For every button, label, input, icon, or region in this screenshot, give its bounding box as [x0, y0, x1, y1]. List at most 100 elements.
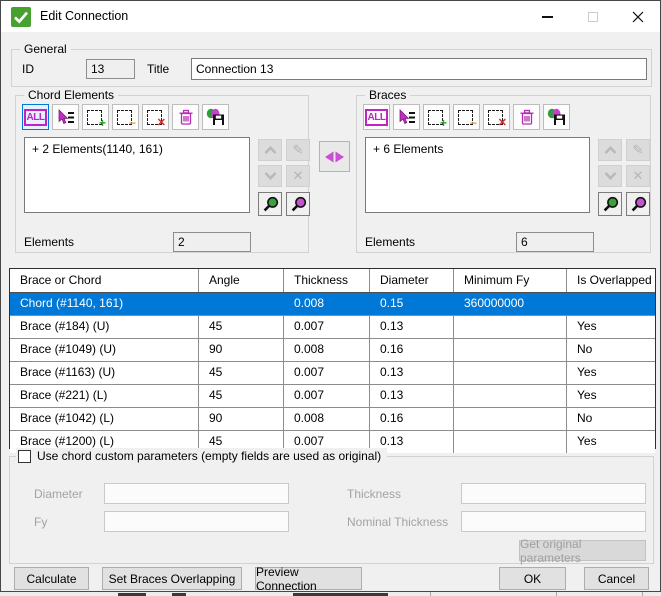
background-window-sliver: [0, 592, 661, 596]
cancel-button[interactable]: Cancel: [584, 567, 649, 590]
close-button[interactable]: [615, 1, 660, 32]
zoom-selected-button[interactable]: [258, 192, 282, 216]
table-row[interactable]: Chord (#1140, 161)0.0080.15360000000: [10, 293, 655, 316]
add-selection-button[interactable]: +: [423, 104, 450, 130]
table-cell: 0.15: [370, 293, 454, 315]
table-cell: [454, 362, 567, 384]
table-cell: 0.007: [284, 316, 370, 338]
use-custom-params-checkbox[interactable]: [18, 450, 31, 463]
table-cell: 360000000: [454, 293, 567, 315]
remove-selection-button[interactable]: ✕: [483, 104, 510, 130]
ok-button[interactable]: OK: [499, 567, 566, 590]
zoom-all-button[interactable]: [286, 192, 310, 216]
column-header[interactable]: Is Overlapped: [567, 269, 655, 292]
column-header[interactable]: Diameter: [370, 269, 454, 292]
pick-elements-button[interactable]: [52, 104, 79, 130]
column-header[interactable]: Brace or Chord: [10, 269, 199, 292]
braces-group: Braces ALL +: [356, 95, 651, 253]
preview-connection-button[interactable]: Preview Connection: [255, 567, 362, 590]
calculate-button[interactable]: Calculate: [14, 567, 89, 590]
use-custom-params-label: Use chord custom parameters (empty field…: [37, 448, 381, 465]
nominal-thickness-input: [461, 511, 646, 532]
column-header[interactable]: Angle: [199, 269, 284, 292]
get-original-parameters-button: Get original parameters: [519, 540, 646, 561]
table-cell: [454, 385, 567, 407]
close-icon: [632, 11, 644, 23]
save-selection-button[interactable]: [543, 104, 570, 130]
braces-list[interactable]: + 6 Elements: [365, 137, 590, 213]
remove-item-button: ✕: [626, 165, 650, 187]
magnifier-magenta-icon: [630, 196, 647, 213]
title-input[interactable]: [191, 58, 647, 80]
id-field: 13: [86, 59, 135, 79]
delete-button[interactable]: [513, 104, 540, 130]
pencil-icon: ✎: [293, 142, 304, 158]
table-header: Brace or Chord Angle Thickness Diameter …: [10, 269, 655, 293]
table-cell: [454, 316, 567, 338]
select-all-button[interactable]: ALL: [363, 104, 390, 130]
add-selection-icon: +: [428, 109, 445, 126]
delete-button[interactable]: [172, 104, 199, 130]
table-cell: 90: [199, 339, 284, 361]
diameter-label: Diameter: [34, 484, 83, 504]
title-label: Title: [147, 59, 169, 79]
id-label: ID: [22, 59, 34, 79]
table-cell: 0.13: [370, 362, 454, 384]
magnifier-green-icon: [602, 196, 619, 213]
chord-elements-list[interactable]: + 2 Elements(1140, 161): [24, 137, 250, 213]
remove-selection-button[interactable]: ✕: [142, 104, 169, 130]
save-selection-button[interactable]: [202, 104, 229, 130]
table-row[interactable]: Brace (#1163) (U)450.0070.13Yes: [10, 362, 655, 385]
table-row[interactable]: Brace (#221) (L)450.0070.13Yes: [10, 385, 655, 408]
zoom-all-button[interactable]: [626, 192, 650, 216]
subtract-selection-button[interactable]: −: [112, 104, 139, 130]
pick-elements-button[interactable]: [393, 104, 420, 130]
table-cell: 0.13: [370, 316, 454, 338]
edit-button: ✎: [286, 139, 310, 161]
braces-list-item[interactable]: + 6 Elements: [373, 142, 443, 156]
magnifier-green-icon: [262, 196, 279, 213]
trash-icon: [178, 109, 194, 126]
minimize-icon: [542, 16, 553, 18]
table-cell: Yes: [567, 385, 655, 407]
set-braces-overlapping-button[interactable]: Set Braces Overlapping: [102, 567, 242, 590]
chevron-up-icon: [604, 146, 617, 154]
table-cell: [454, 339, 567, 361]
cursor-list-icon: [56, 109, 75, 126]
table-cell: 45: [199, 362, 284, 384]
zoom-selected-button[interactable]: [598, 192, 622, 216]
chord-elements-count-label: Elements: [24, 232, 74, 252]
table-cell: Yes: [567, 316, 655, 338]
general-group: General ID 13 Title: [11, 49, 652, 87]
table-body: Chord (#1140, 161)0.0080.15360000000Brac…: [10, 293, 655, 453]
window-title: Edit Connection: [40, 1, 128, 32]
table-cell: [454, 408, 567, 430]
diameter-input: [104, 483, 289, 504]
column-header[interactable]: Minimum Fy: [454, 269, 567, 292]
table-row[interactable]: Brace (#1042) (L)900.0080.16No: [10, 408, 655, 431]
pencil-icon: ✎: [633, 142, 644, 158]
subtract-selection-button[interactable]: −: [453, 104, 480, 130]
table-row[interactable]: Brace (#184) (U)450.0070.13Yes: [10, 316, 655, 339]
remove-item-button: ✕: [286, 165, 310, 187]
subtract-selection-icon: −: [458, 109, 475, 126]
table-cell: Brace (#184) (U): [10, 316, 199, 338]
save-icon: [547, 108, 566, 126]
swap-chord-braces-button[interactable]: [319, 141, 350, 172]
chord-list-item[interactable]: + 2 Elements(1140, 161): [32, 142, 163, 156]
add-selection-button[interactable]: +: [82, 104, 109, 130]
select-all-button[interactable]: ALL: [22, 104, 49, 130]
check-icon: [11, 7, 31, 27]
table-row[interactable]: Brace (#1049) (U)900.0080.16No: [10, 339, 655, 362]
braces-elements-count: 6: [516, 232, 594, 252]
table-cell: 0.16: [370, 339, 454, 361]
minimize-button[interactable]: [525, 1, 570, 32]
column-header[interactable]: Thickness: [284, 269, 370, 292]
table-cell: [199, 293, 284, 315]
x-icon: ✕: [633, 168, 644, 184]
title-bar[interactable]: Edit Connection: [1, 1, 660, 32]
subtract-selection-icon: −: [117, 109, 134, 126]
table-cell: 0.007: [284, 385, 370, 407]
table-cell: No: [567, 339, 655, 361]
trash-icon: [519, 109, 535, 126]
